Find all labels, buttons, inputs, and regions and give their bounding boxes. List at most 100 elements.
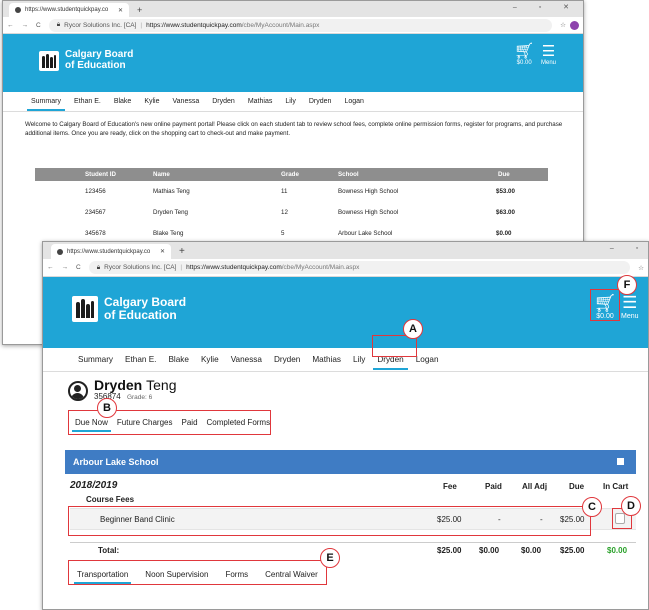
browser-tab[interactable]: https://www.studentquickpay.co ✕	[51, 244, 171, 259]
cert-label: Rycor Solutions Inc. [CA]	[104, 264, 177, 271]
star-icon[interactable]: ☆	[556, 21, 570, 29]
tab-student[interactable]: Dryden	[309, 98, 332, 105]
callout-badge-e: E	[320, 548, 340, 568]
tab-student[interactable]: Mathias	[312, 355, 341, 364]
tab-summary[interactable]: Summary	[78, 355, 113, 364]
cart-button[interactable]: 🛒︎ $0.00	[514, 43, 535, 67]
student-nav-tabs: Summary Ethan E. Blake Kylie Vanessa Dry…	[3, 92, 583, 112]
star-icon[interactable]: ☆	[634, 264, 648, 272]
profile-icon[interactable]	[570, 20, 579, 30]
window-controls[interactable]: – ▫ ✕	[513, 3, 579, 11]
lock-icon: 🔒︎	[96, 263, 101, 271]
tab-student[interactable]: Blake	[114, 98, 132, 105]
shopping-cart-icon: 🛒︎	[514, 43, 535, 60]
close-tab-icon[interactable]: ✕	[112, 7, 123, 14]
separator: |	[140, 21, 143, 29]
student-school: Bowness High School	[338, 209, 399, 216]
tab-student[interactable]: Blake	[168, 355, 188, 364]
close-tab-icon[interactable]: ✕	[154, 248, 165, 255]
table-row[interactable]: 123456 Mathias Teng 11 Bowness High Scho…	[35, 181, 548, 202]
total-paid: $0.00	[479, 546, 500, 555]
tab-student[interactable]: Ethan E.	[74, 98, 101, 105]
tab-strip: https://www.studentquickpay.co ✕ + – ▫ ✕	[43, 242, 648, 259]
menu-label: Menu	[541, 60, 557, 66]
select-all-checkbox[interactable]	[617, 458, 624, 465]
url-host: https://www.studentquickpay.com	[146, 21, 242, 29]
menu-button[interactable]: ☰ Menu	[621, 293, 639, 320]
cbe-logo[interactable]: Calgary Board of Education	[39, 49, 133, 71]
student-name[interactable]: Dryden Teng	[153, 202, 281, 223]
tab-student[interactable]: Dryden	[274, 355, 300, 364]
tab-student[interactable]: Logan	[344, 98, 363, 105]
url-host: https://www.studentquickpay.com	[186, 264, 282, 271]
tab-student[interactable]: Vanessa	[173, 98, 200, 105]
menu-button[interactable]: ☰ Menu	[541, 44, 557, 67]
back-icon[interactable]: ←	[43, 264, 58, 271]
tab-student[interactable]: Dryden	[212, 98, 235, 105]
col-in-cart: In Cart	[603, 482, 629, 491]
student-school: Bowness High School	[338, 188, 399, 195]
tab-student[interactable]: Ethan E.	[125, 355, 156, 364]
student-due: $63.00	[496, 209, 515, 216]
students-table: Student ID Name Grade School Due 123456 …	[35, 168, 548, 244]
browser-tab-title: https://www.studentquickpay.co	[67, 248, 151, 255]
student-name[interactable]: Mathias Teng	[153, 181, 281, 202]
total-due: $25.00	[560, 546, 585, 555]
tab-strip: https://www.studentquickpay.co ✕ + – ▫ ✕	[3, 1, 583, 17]
menu-label: Menu	[621, 313, 639, 320]
url-path: /cbe/MyAccount/Main.aspx	[241, 21, 320, 29]
cert-label: Rycor Solutions Inc. [CA]	[64, 21, 137, 29]
hamburger-icon: ☰	[622, 293, 638, 312]
callout-badge-b: B	[97, 398, 117, 418]
col-school: School	[338, 168, 468, 181]
callout-badge-c: C	[582, 497, 602, 517]
fee-category: Course Fees	[86, 495, 135, 504]
reload-icon[interactable]: C	[32, 22, 45, 29]
tab-student[interactable]: Kylie	[144, 98, 159, 105]
back-icon[interactable]: ←	[3, 22, 18, 29]
address-bar[interactable]: 🔒︎ Rycor Solutions Inc. [CA] | https://w…	[88, 261, 631, 274]
cart-total: $0.00	[516, 60, 532, 66]
separator: |	[180, 264, 183, 271]
window-controls[interactable]: – ▫ ✕	[610, 244, 648, 252]
new-tab-button[interactable]: +	[129, 3, 150, 17]
student-id: 234567	[85, 209, 106, 216]
browser-tab-title: https://www.studentquickpay.co	[25, 7, 109, 13]
brand-line-2: of Education	[104, 308, 177, 322]
total-adj: $0.00	[521, 546, 542, 555]
col-paid: Paid	[485, 482, 502, 491]
address-bar-row: ← → C 🔒︎ Rycor Solutions Inc. [CA] | htt…	[3, 17, 583, 34]
tab-student[interactable]: Logan	[416, 355, 439, 364]
tab-student[interactable]: Mathias	[248, 98, 273, 105]
col-due: Due	[569, 482, 585, 491]
student-grade: 11	[281, 188, 288, 195]
student-grade: 12	[281, 209, 288, 216]
total-in-cart: $0.00	[607, 546, 628, 555]
forward-icon[interactable]: →	[58, 264, 73, 271]
url-path: /cbe/MyAccount/Main.aspx	[281, 264, 360, 271]
new-tab-button[interactable]: +	[171, 244, 193, 259]
globe-icon	[15, 7, 21, 13]
forward-icon[interactable]: →	[18, 22, 33, 29]
total-label: Total:	[98, 546, 120, 555]
browser-tab[interactable]: https://www.studentquickpay.co ✕	[9, 3, 129, 17]
callout-badge-a: A	[403, 319, 423, 339]
logo-mark	[72, 296, 98, 322]
tab-student[interactable]: Lily	[353, 355, 365, 364]
address-bar[interactable]: 🔒︎ Rycor Solutions Inc. [CA] | https://w…	[48, 18, 553, 32]
welcome-message: Welcome to Calgary Board of Education's …	[25, 121, 563, 137]
table-row[interactable]: 234567 Dryden Teng 12 Bowness High Schoo…	[35, 202, 548, 223]
site-banner: Calgary Board of Education 🛒︎ $0.00 ☰ Me…	[3, 34, 583, 92]
tab-summary[interactable]: Summary	[27, 98, 65, 111]
reload-icon[interactable]: C	[72, 264, 85, 271]
student-last-name: Teng	[146, 377, 177, 393]
tab-student[interactable]: Lily	[285, 98, 296, 105]
school-year: 2018/2019	[70, 480, 118, 491]
col-student-id: Student ID	[35, 168, 153, 181]
tab-student[interactable]: Kylie	[201, 355, 219, 364]
cbe-logo[interactable]: Calgary Board of Education	[72, 296, 186, 322]
col-due: Due	[468, 168, 548, 181]
logo-mark	[39, 50, 59, 71]
callout-badge-f: F	[617, 275, 637, 295]
tab-student[interactable]: Vanessa	[231, 355, 262, 364]
